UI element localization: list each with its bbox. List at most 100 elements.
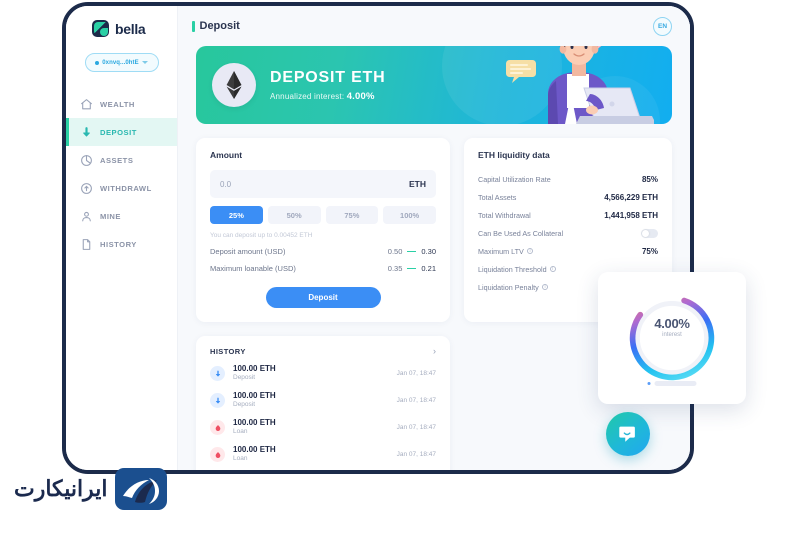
history-row-date: Jan 07, 18:47 [396,424,436,431]
arrow-right-icon [407,250,417,253]
watermark-text: ایرانیکارت [14,476,108,501]
max-loanable-row: Maximum loanable (USD) 0.35 0.21 [210,264,436,273]
info-icon[interactable]: i [541,283,549,291]
sidebar-item-label: WEALTH [100,99,135,109]
page-title: Deposit [199,20,240,32]
history-row-main: 100.00 ETH Loan [233,418,389,436]
iranicard-logo-icon [115,468,168,510]
interest-donut-widget: 4.00% interest [598,272,746,404]
deposit-submit-button[interactable]: Deposit [265,287,381,308]
info-icon[interactable]: i [549,265,557,273]
history-row-date: Jan 07, 18:47 [396,370,436,377]
sidebar-item-label: DEPOSIT [100,127,137,137]
history-row-main: 100.00 ETH Deposit [233,364,389,382]
topbar: Deposit EN [178,6,690,46]
liquidity-row-label: Total Withdrawal [478,210,531,220]
history-row-amount: 100.00 ETH [233,418,276,428]
sidebar-item-withdrawl[interactable]: WITHDRAWL [66,174,177,202]
deposit-amount-values: 0.50 0.30 [388,247,436,256]
percent-button-25[interactable]: 25% [210,206,263,224]
wallet-status-dot [95,60,100,65]
deposit-amount-from: 0.50 [387,247,403,256]
amount-card: Amount 0.0 ETH 25% 50% 75% 100% You can … [196,138,450,322]
donut-legend [647,381,697,386]
banner-decor-blob [442,46,562,124]
document-icon [80,238,93,251]
history-row[interactable]: 100.00 ETH Loan Jan 07, 18:47 [210,441,436,468]
info-icon[interactable]: i [526,247,534,255]
sidebar-item-deposit[interactable]: DEPOSIT [66,118,177,146]
deposit-banner: DEPOSIT ETH Annualized interest: 4.00% [196,46,672,124]
liquidity-row-label: Capital Utilization Rate [478,174,551,184]
history-row-main: 100.00 ETH Deposit [233,391,389,409]
sidebar-item-history[interactable]: HISTORY [66,230,177,258]
collateral-row: Can Be Used As Collateral [478,224,658,242]
app-window-frame: bella 0xnvq...0htE WEALTH DEPOSIT ASSETS… [62,2,694,474]
max-loanable-label: Maximum loanable (USD) [210,264,296,273]
banner-decor-blob [570,76,660,124]
chevron-right-icon[interactable]: › [433,347,436,356]
amount-currency-label: ETH [409,179,426,189]
liquidity-row-value: 1,441,958 ETH [604,210,658,220]
history-header: HISTORY › [210,347,436,357]
collateral-toggle[interactable] [641,228,658,238]
deposit-amount-label: Deposit amount (USD) [210,247,286,256]
banner-text: DEPOSIT ETH Annualized interest: 4.00% [270,69,385,102]
sidebar: bella 0xnvq...0htE WEALTH DEPOSIT ASSETS… [66,6,178,470]
loan-icon [210,420,225,435]
language-badge[interactable]: EN [653,16,672,36]
history-row-date: Jan 07, 18:47 [396,397,436,404]
percent-button-75[interactable]: 75% [325,206,379,224]
liquidity-card-heading: ETH liquidity data [478,150,550,160]
page-title-wrap: Deposit [192,20,240,32]
wallet-address-label: 0xnvq...0htE [102,59,139,66]
max-loanable-values: 0.35 0.21 [388,264,436,273]
arrow-right-icon [407,267,417,270]
deposit-icon [210,366,225,381]
history-row-amount: 100.00 ETH [233,364,276,374]
donut-center-text: 4.00% interest [598,316,746,338]
banner-subtitle: Annualized interest: 4.00% [270,91,385,102]
percent-button-100[interactable]: 100% [383,206,436,224]
banner-subtitle-prefix: Annualized interest: [270,91,345,101]
donut-label: interest [662,332,682,338]
banner-title: DEPOSIT ETH [270,68,386,86]
sidebar-item-label: HISTORY [100,239,137,249]
history-row[interactable]: 100.00 ETH Loan Jan 07, 18:47 [210,414,436,441]
max-ltv-row: Maximum LTV i 75% [478,242,658,260]
max-ltv-value: 75% [641,246,658,256]
history-row[interactable]: 100.00 ETH Deposit Jan 07, 18:47 [210,387,436,414]
chat-smile-icon[interactable] [606,412,650,456]
history-row-type: Deposit [233,401,256,409]
history-row-amount: 100.00 ETH [233,391,276,401]
history-row[interactable]: 100.00 ETH Deposit Jan 07, 18:47 [210,360,436,387]
donut-percent-value: 4.00% [654,316,690,331]
liquidity-row: Total Withdrawal 1,441,958 ETH [478,206,658,224]
wallet-address-chip[interactable]: 0xnvq...0htE [84,53,159,72]
watermark: ایرانیکارت [14,466,169,512]
history-row-date: Jan 07, 18:47 [396,451,436,458]
max-ltv-label-text: Maximum LTV [478,246,524,256]
person-icon [80,210,93,223]
amount-input-value: 0.0 [220,179,232,189]
sidebar-item-wealth[interactable]: WEALTH [66,90,177,118]
banner-interest-value: 4.00% [346,90,375,102]
sidebar-item-assets[interactable]: ASSETS [66,146,177,174]
history-title: HISTORY [210,347,246,356]
donut-chart [629,295,715,381]
arrow-up-circle-icon [80,182,93,195]
amount-input[interactable]: 0.0 ETH [210,170,436,198]
title-accent-bar [192,20,195,32]
sidebar-item-mine[interactable]: MINE [66,202,177,230]
liquidity-row-label: Total Assets [478,192,517,202]
liquidity-row-value: 4,566,229 ETH [604,192,658,202]
liquidation-threshold-label: Liquidation Threshold i [478,265,557,274]
content-area: DEPOSIT ETH Annualized interest: 4.00% A… [178,46,690,470]
history-row-type: Deposit [233,374,256,382]
brand-logo[interactable]: bella [66,20,177,37]
history-row-type: Loan [233,455,248,463]
sidebar-item-label: WITHDRAWL [100,183,152,193]
history-row[interactable]: 100.00 ETH Loan Jan 07, 18:47 [210,468,436,470]
percent-button-group: 25% 50% 75% 100% [210,206,436,224]
percent-button-50[interactable]: 50% [267,206,321,224]
